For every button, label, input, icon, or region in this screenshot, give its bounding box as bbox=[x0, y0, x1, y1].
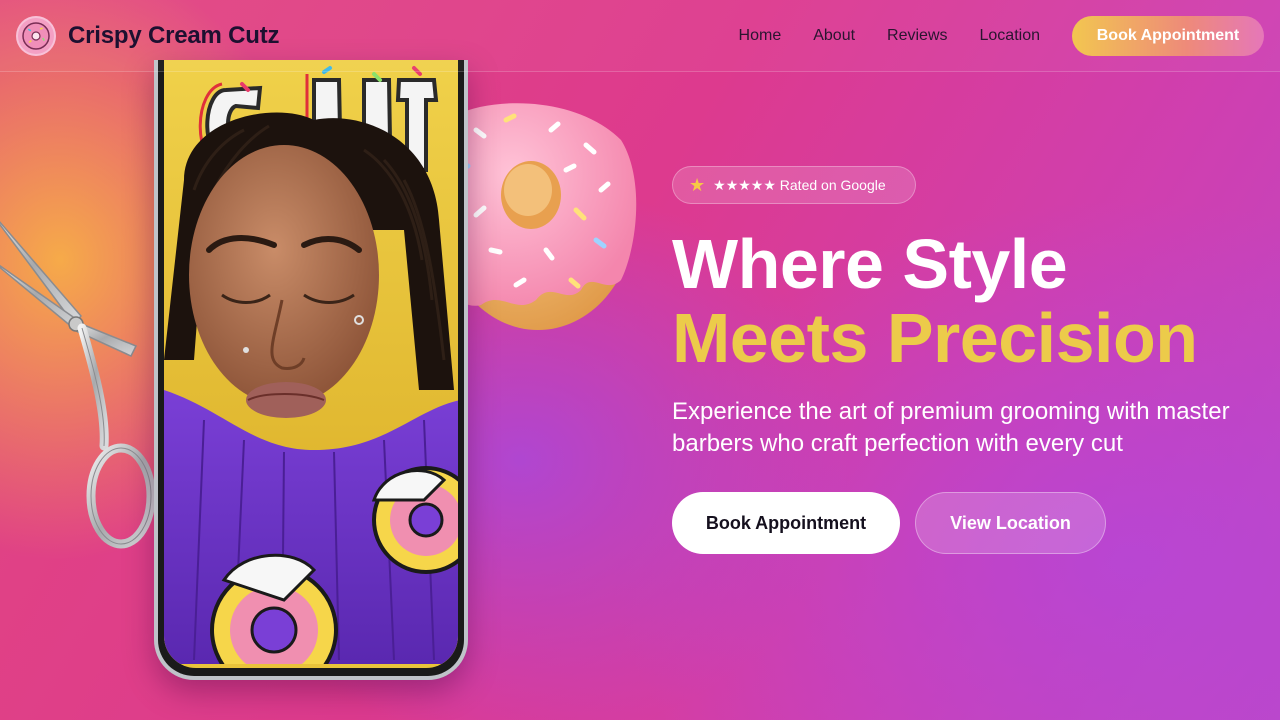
nav-link-location[interactable]: Location bbox=[980, 27, 1041, 45]
nav-link-reviews[interactable]: Reviews bbox=[887, 27, 947, 45]
phone-mockup bbox=[154, 60, 468, 680]
nav-links: Home About Reviews Location Book Appoint… bbox=[739, 15, 1264, 56]
phone-screen-video[interactable] bbox=[164, 60, 458, 668]
donut-icon bbox=[16, 15, 56, 56]
donut-illustration bbox=[456, 103, 637, 330]
rating-text: ★★★★★ Rated on Google bbox=[713, 176, 886, 193]
book-appointment-button[interactable]: Book Appointment bbox=[672, 492, 900, 554]
google-rating-badge: ★ ★★★★★ Rated on Google bbox=[672, 166, 916, 204]
headline-line-1: Where Style bbox=[672, 225, 1068, 303]
scissors-illustration bbox=[0, 221, 156, 549]
brand[interactable]: Crispy Cream Cutz bbox=[16, 15, 280, 56]
headline-line-2: Meets Precision bbox=[672, 299, 1198, 377]
nav-book-appointment-button[interactable]: Book Appointment bbox=[1072, 15, 1264, 56]
nav-link-about[interactable]: About bbox=[813, 27, 855, 45]
star-icon: ★ bbox=[689, 175, 706, 195]
barber-client-photo bbox=[164, 60, 458, 668]
top-navbar: Crispy Cream Cutz Home About Reviews Loc… bbox=[0, 0, 1280, 72]
brand-name: Crispy Cream Cutz bbox=[68, 21, 280, 49]
nav-link-home[interactable]: Home bbox=[739, 27, 782, 45]
view-location-button[interactable]: View Location bbox=[915, 492, 1106, 554]
hero-subheadline: Experience the art of premium grooming w… bbox=[672, 398, 1230, 457]
